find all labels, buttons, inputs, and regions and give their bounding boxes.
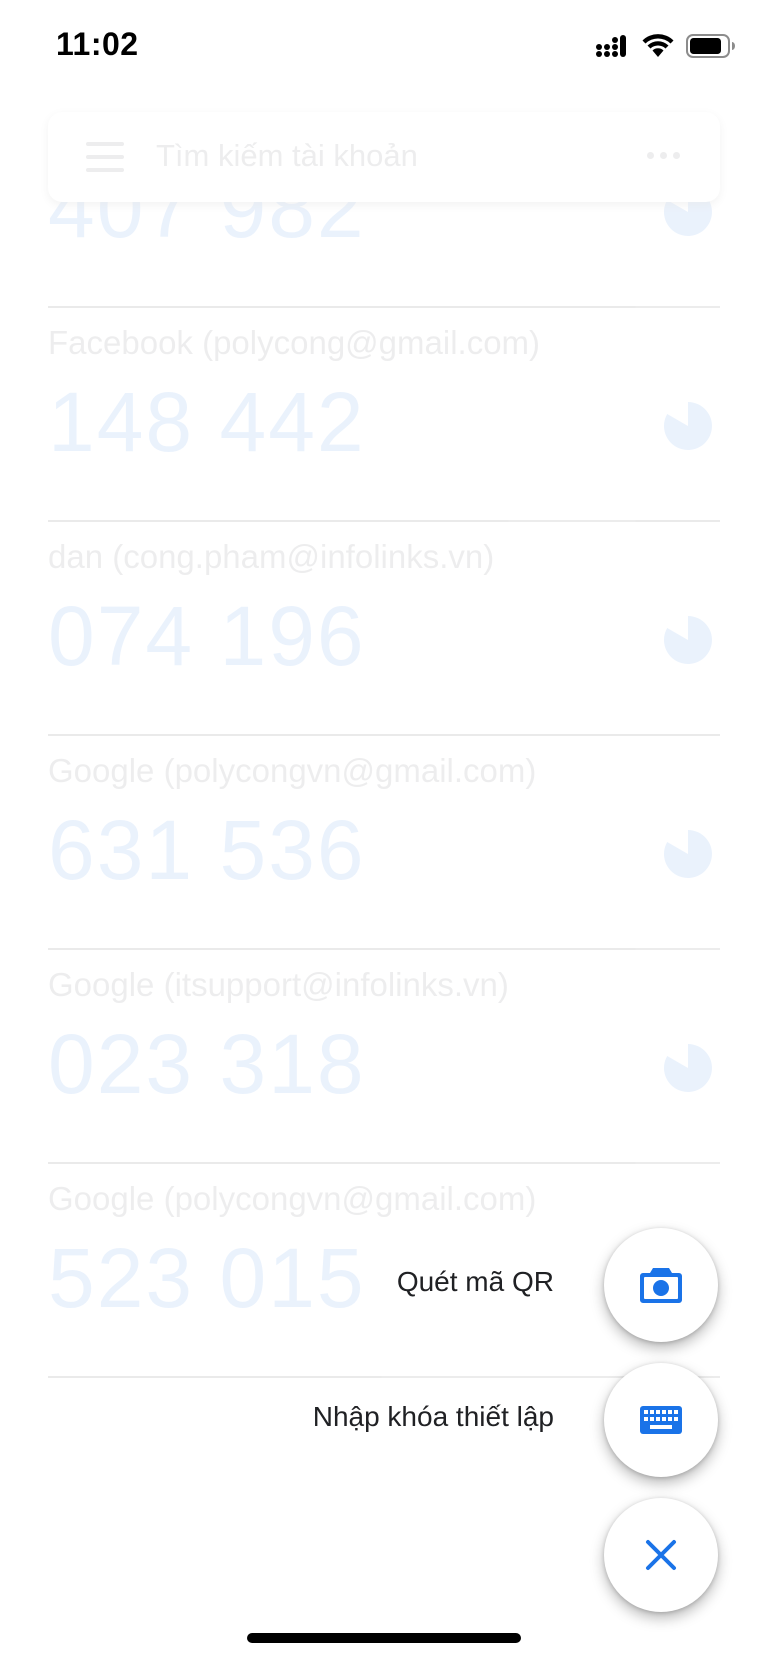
account-code: 074 196: [48, 589, 366, 683]
account-code: 023 318: [48, 1017, 366, 1111]
search-bar[interactable]: Tìm kiếm tài khoản: [48, 112, 720, 202]
timer-icon: [664, 402, 712, 450]
scan-qr-label[interactable]: Quét mã QR: [397, 1266, 554, 1298]
account-label: Google (polycongvn@gmail.com): [48, 1180, 537, 1217]
keyboard-icon: [640, 1406, 682, 1434]
status-icons: [596, 34, 736, 58]
search-placeholder[interactable]: Tìm kiếm tài khoản: [156, 138, 418, 174]
account-item[interactable]: Google (polycongvn@gmail.com) 631 536: [48, 734, 720, 950]
signal-icon: [596, 35, 626, 57]
status-bar: 11:02: [0, 0, 768, 96]
authenticator-screen: 11:02 407 982 Facebook (polycong@gmail.c…: [0, 0, 768, 1663]
more-icon[interactable]: [647, 152, 680, 159]
timer-icon: [664, 830, 712, 878]
account-code: 523 015: [48, 1231, 366, 1325]
home-indicator[interactable]: [247, 1633, 521, 1643]
status-time: 11:02: [56, 26, 139, 62]
timer-icon: [664, 1044, 712, 1092]
account-code: 631 536: [48, 803, 366, 897]
camera-icon: [640, 1268, 682, 1303]
enter-key-label[interactable]: Nhập khóa thiết lập: [313, 1401, 554, 1433]
close-icon: [646, 1540, 676, 1570]
battery-icon: [686, 34, 735, 58]
account-label: Google (polycongvn@gmail.com): [48, 752, 537, 789]
enter-key-button[interactable]: [604, 1363, 718, 1477]
account-item[interactable]: Facebook (polycong@gmail.com) 148 442: [48, 306, 720, 522]
account-item[interactable]: Google (itsupport@infolinks.vn) 023 318: [48, 948, 720, 1164]
timer-icon: [664, 616, 712, 664]
account-item[interactable]: dan (cong.pham@infolinks.vn) 074 196: [48, 520, 720, 736]
account-code: 148 442: [48, 375, 366, 469]
account-label: Google (itsupport@infolinks.vn): [48, 966, 509, 1003]
close-speed-dial-button[interactable]: [604, 1498, 718, 1612]
wifi-icon: [642, 34, 674, 57]
scan-qr-button[interactable]: [604, 1228, 718, 1342]
account-label: dan (cong.pham@infolinks.vn): [48, 538, 495, 575]
menu-icon[interactable]: [86, 142, 124, 172]
account-label: Facebook (polycong@gmail.com): [48, 324, 541, 361]
